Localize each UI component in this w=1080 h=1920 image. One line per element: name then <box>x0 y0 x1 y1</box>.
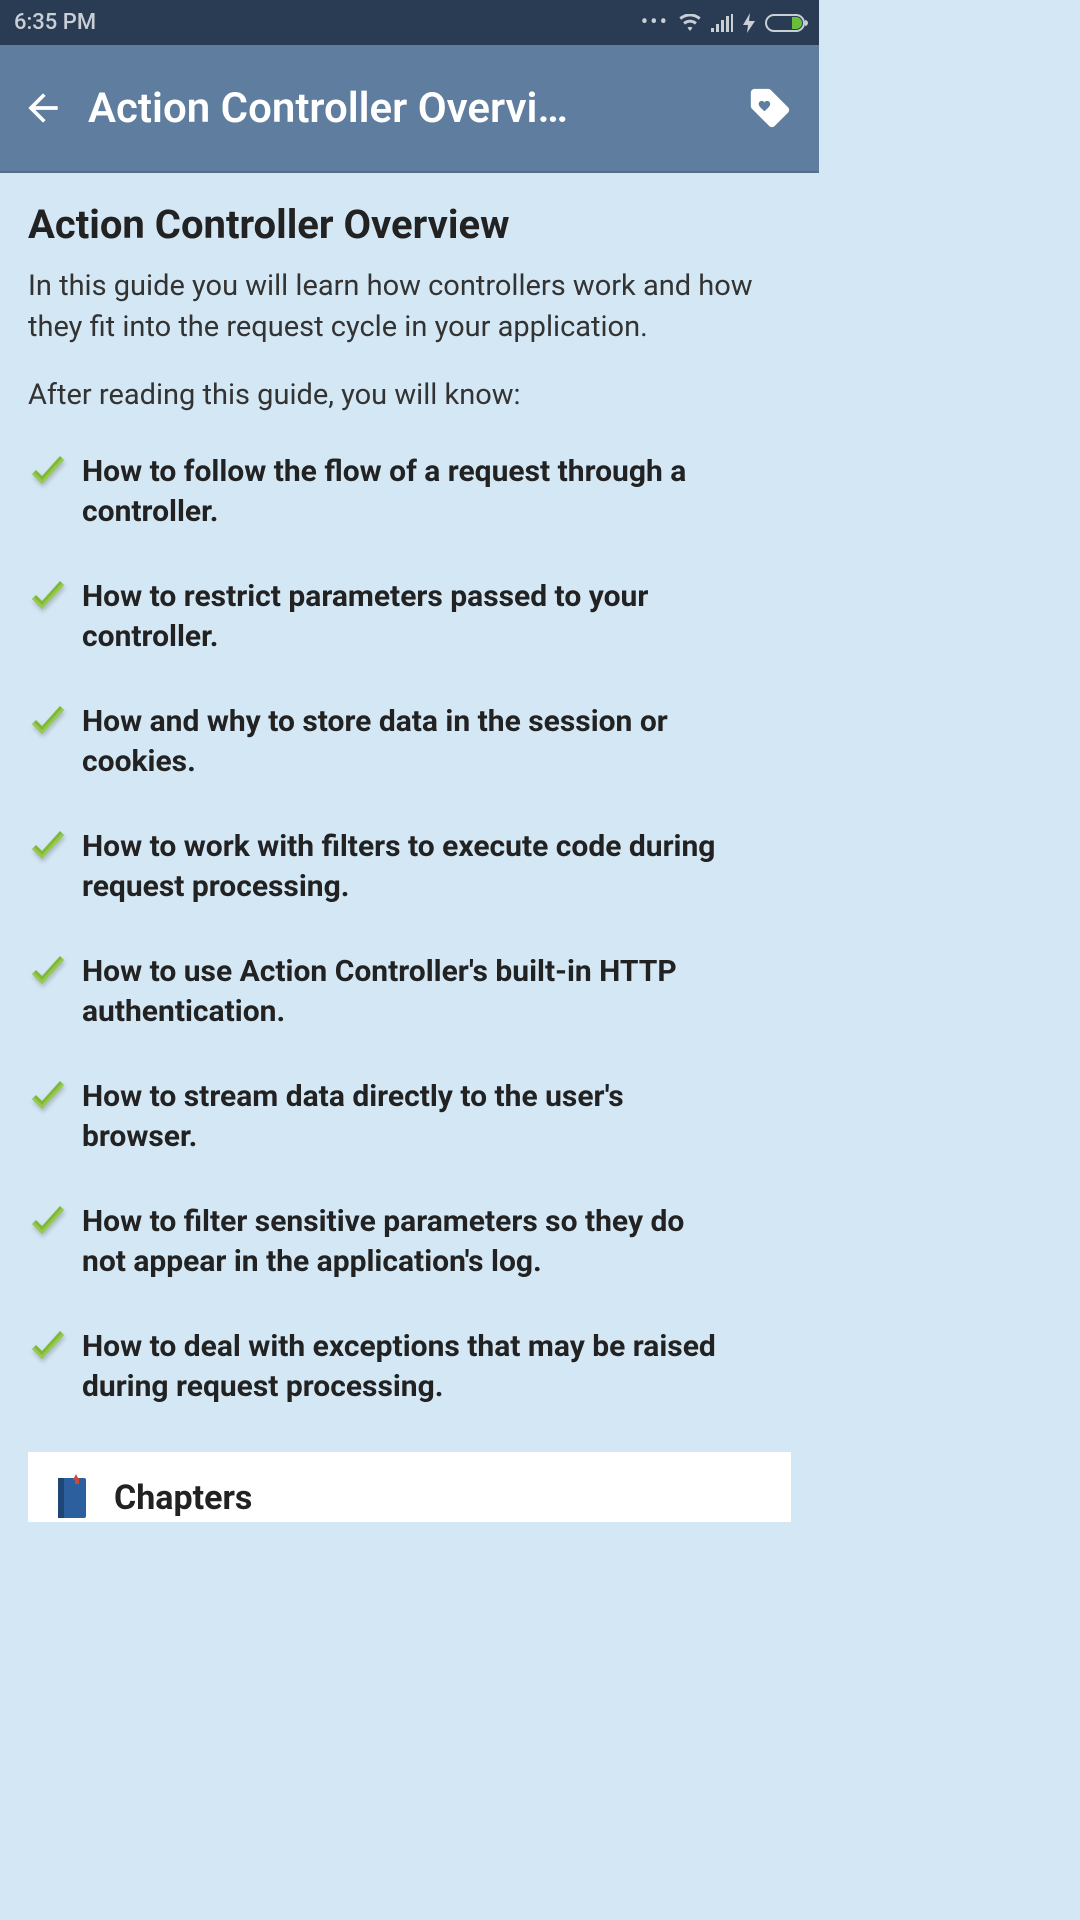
check-icon <box>28 1079 68 1119</box>
list-item: How to use Action Controller's built-in … <box>28 952 791 1033</box>
bullet-text: How to follow the flow of a request thro… <box>82 452 722 533</box>
battery-icon <box>765 14 805 32</box>
app-bar: Action Controller Overvi… <box>0 45 819 173</box>
lead-in-text: After reading this guide, you will know: <box>28 375 791 416</box>
list-item: How and why to store data in the session… <box>28 702 791 783</box>
chapters-heading: Chapters <box>114 1478 252 1518</box>
charging-icon <box>743 13 755 33</box>
check-icon <box>28 954 68 994</box>
list-item: How to follow the flow of a request thro… <box>28 452 791 533</box>
bullet-text: How to stream data directly to the user'… <box>82 1077 722 1158</box>
list-item: How to work with filters to execute code… <box>28 827 791 908</box>
status-time: 6:35 PM <box>14 10 96 35</box>
back-button[interactable] <box>18 83 68 133</box>
list-item: How to restrict parameters passed to you… <box>28 577 791 658</box>
tag-button[interactable] <box>747 81 801 135</box>
check-icon <box>28 1204 68 1244</box>
bullet-text: How to use Action Controller's built-in … <box>82 952 722 1033</box>
bullet-text: How and why to store data in the session… <box>82 702 722 783</box>
intro-paragraph: In this guide you will learn how control… <box>28 266 791 347</box>
bullet-text: How to filter sensitive parameters so th… <box>82 1202 722 1283</box>
more-icon: ••• <box>641 10 669 35</box>
content-area[interactable]: Action Controller Overview In this guide… <box>0 173 819 1522</box>
app-bar-title: Action Controller Overvi… <box>88 84 727 133</box>
bullet-text: How to deal with exceptions that may be … <box>82 1327 722 1408</box>
signal-icon <box>711 14 733 32</box>
book-icon <box>52 1474 94 1522</box>
wifi-icon <box>679 14 701 32</box>
list-item: How to filter sensitive parameters so th… <box>28 1202 791 1283</box>
check-icon <box>28 1329 68 1369</box>
check-icon <box>28 829 68 869</box>
list-item: How to deal with exceptions that may be … <box>28 1327 791 1408</box>
status-bar: 6:35 PM ••• <box>0 0 819 45</box>
check-icon <box>28 454 68 494</box>
bullet-text: How to restrict parameters passed to you… <box>82 577 722 658</box>
page-title: Action Controller Overview <box>28 201 791 248</box>
tag-heart-icon <box>747 84 793 132</box>
bullet-text: How to work with filters to execute code… <box>82 827 722 908</box>
check-icon <box>28 704 68 744</box>
list-item: How to stream data directly to the user'… <box>28 1077 791 1158</box>
learning-objectives-list: How to follow the flow of a request thro… <box>28 452 791 1408</box>
status-indicators: ••• <box>641 10 805 35</box>
chapters-section[interactable]: Chapters <box>28 1452 791 1522</box>
check-icon <box>28 579 68 619</box>
back-arrow-icon <box>21 86 65 130</box>
